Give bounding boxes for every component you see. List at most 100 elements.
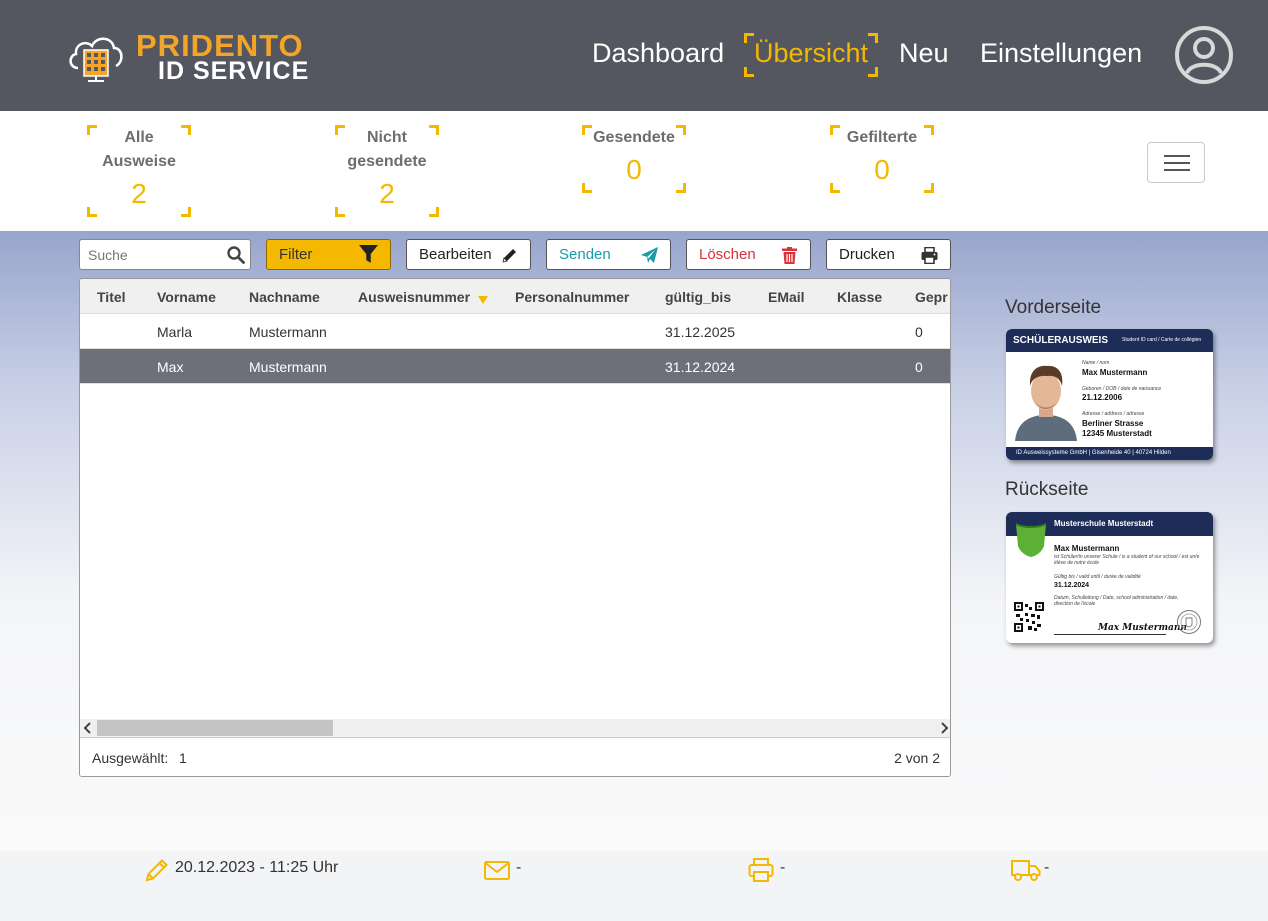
filter-icon: [359, 245, 378, 263]
footer-print-status: -: [780, 859, 786, 876]
card-back-name: Max Mustermann: [1054, 544, 1120, 553]
stat-sent-value: 0: [626, 154, 642, 185]
card-back-preview[interactable]: Musterschule Musterstadt Max Mustermann …: [1006, 512, 1213, 643]
table-row[interactable]: Marla Mustermann 31.12.2025 0: [80, 314, 950, 349]
col-nachname[interactable]: Nachname: [249, 289, 320, 305]
bracket-tr: [868, 33, 878, 43]
footer-mail-status: -: [516, 859, 522, 876]
card-front-header: SCHÜLERAUSWEIS Student ID card / Carte d…: [1006, 329, 1213, 352]
paper-plane-icon: [641, 247, 658, 263]
col-titel[interactable]: Titel: [97, 289, 126, 305]
search-input[interactable]: [80, 240, 220, 269]
nav-uebersicht-wrap[interactable]: Übersicht: [744, 33, 878, 77]
stat-all-label-1: Alle: [124, 129, 154, 146]
id-table: Titel Vorname Nachname Ausweisnummer Per…: [79, 278, 951, 777]
signature-line: [1054, 634, 1166, 635]
cell-gueltig-bis: 31.12.2024: [665, 359, 736, 375]
brand-line-2: ID SERVICE: [158, 57, 310, 85]
card-back-valid: 31.12.2024: [1054, 582, 1090, 589]
card-front-dob: 21.12.2006: [1082, 393, 1123, 402]
cell-gepr: 0: [915, 359, 923, 375]
selected-count: 1: [179, 750, 187, 766]
nav-dashboard[interactable]: Dashboard: [592, 38, 724, 69]
student-photo: [1011, 353, 1081, 441]
card-front-name-label: Name / nom: [1082, 360, 1110, 366]
edit-button[interactable]: Bearbeiten: [406, 239, 531, 270]
card-front-title: SCHÜLERAUSWEIS: [1013, 335, 1109, 346]
brand-logo[interactable]: PRIDENTO ID SERVICE: [66, 28, 316, 85]
stat-sent-label: Gesendete: [593, 129, 675, 146]
col-vorname[interactable]: Vorname: [157, 289, 216, 305]
back-title: Rückseite: [1005, 479, 1089, 500]
pagination-info: 2 von 2: [894, 750, 940, 766]
print-button-label: Drucken: [839, 246, 895, 263]
footer-ship-status: -: [1044, 859, 1050, 876]
status-footer: 20.12.2023 - 11:25 Uhr - - -: [0, 851, 1268, 921]
card-front-addr-label: Adresse / address / adresse: [1082, 411, 1145, 417]
send-button[interactable]: Senden: [546, 239, 671, 270]
cell-vorname: Marla: [157, 324, 193, 340]
col-gepr[interactable]: Gepr: [915, 289, 948, 305]
card-back-sign-label: Datum, Schulleitung / Date, school admin…: [1054, 595, 1179, 607]
send-button-label: Senden: [559, 246, 611, 263]
col-gueltig-bis[interactable]: gültig_bis: [665, 289, 731, 305]
main-content: Filter Bearbeiten Senden Löschen Drucke: [0, 231, 1268, 851]
stat-unsent-label-2: gesendete: [347, 153, 427, 170]
cell-gueltig-bis: 31.12.2025: [665, 324, 736, 340]
pencil-icon: [502, 249, 516, 263]
school-seal-icon: [1177, 610, 1201, 634]
hamburger-line: [1164, 155, 1190, 157]
pencil-icon: [145, 859, 168, 882]
stat-all-label-2: Ausweise: [102, 153, 176, 170]
scroll-left-icon[interactable]: [83, 722, 93, 734]
card-front-addr-2: 12345 Musterstadt: [1082, 429, 1152, 438]
card-front-preview[interactable]: SCHÜLERAUSWEIS Student ID card / Carte d…: [1006, 329, 1213, 460]
delete-button[interactable]: Löschen: [686, 239, 811, 270]
printer-icon: [748, 858, 774, 882]
nav-uebersicht[interactable]: Übersicht: [754, 38, 868, 69]
scroll-right-icon[interactable]: [939, 722, 949, 734]
col-klasse[interactable]: Klasse: [837, 289, 882, 305]
horizontal-scrollbar[interactable]: [80, 719, 950, 737]
stat-filtered-value: 0: [874, 154, 890, 185]
card-front-footer: ID Ausweissysteme GmbH | Gisenheide 40 |…: [1006, 447, 1213, 460]
nav-neu[interactable]: Neu: [899, 38, 949, 69]
qr-code-icon: [1014, 602, 1044, 632]
trash-icon: [782, 247, 797, 264]
search-icon[interactable]: [227, 246, 245, 264]
print-button[interactable]: Drucken: [826, 239, 951, 270]
bracket-br: [868, 67, 878, 77]
menu-toggle-button[interactable]: [1147, 142, 1205, 183]
bracket-bl: [744, 67, 754, 77]
col-personalnummer[interactable]: Personalnummer: [515, 289, 629, 305]
card-back-school: Musterschule Musterstadt: [1054, 519, 1154, 528]
user-account-icon[interactable]: [1174, 25, 1234, 85]
selected-label: Ausgewählt:: [92, 750, 169, 766]
stat-all-value: 2: [131, 178, 147, 209]
cell-vorname: Max: [157, 359, 184, 375]
sort-desc-icon: [478, 296, 488, 304]
scrollbar-thumb[interactable]: [97, 720, 333, 736]
stat-sent[interactable]: Gesendete 0: [582, 125, 686, 193]
filter-button-label: Filter: [279, 246, 313, 263]
top-header: PRIDENTO ID SERVICE Dashboard Übersicht …: [0, 0, 1268, 111]
stat-filtered[interactable]: Gefilterte 0: [830, 125, 934, 193]
hamburger-line: [1164, 162, 1190, 164]
col-email[interactable]: EMail: [768, 289, 805, 305]
stat-all-ids[interactable]: Alle Ausweise 2: [87, 125, 191, 217]
front-title: Vorderseite: [1005, 297, 1102, 318]
stat-filtered-label: Gefilterte: [846, 129, 918, 146]
hamburger-line: [1164, 169, 1190, 171]
cell-nachname: Mustermann: [249, 359, 327, 375]
table-row-selected[interactable]: Max Mustermann 31.12.2024 0: [80, 349, 950, 384]
nav-einstellungen[interactable]: Einstellungen: [980, 38, 1142, 69]
cell-gepr: 0: [915, 324, 923, 340]
card-front-dob-label: Geboren / DOB / date de naissance: [1082, 386, 1162, 392]
stat-unsent-value: 2: [379, 178, 395, 209]
col-ausweisnummer[interactable]: Ausweisnummer: [358, 289, 470, 305]
table-footer: Ausgewählt: 1 2 von 2: [80, 737, 950, 776]
stat-unsent[interactable]: Nicht gesendete 2: [335, 125, 439, 217]
filter-button[interactable]: Filter: [266, 239, 391, 270]
printer-icon: [921, 247, 938, 264]
card-back-signature: Max Mustermann: [1098, 623, 1187, 633]
